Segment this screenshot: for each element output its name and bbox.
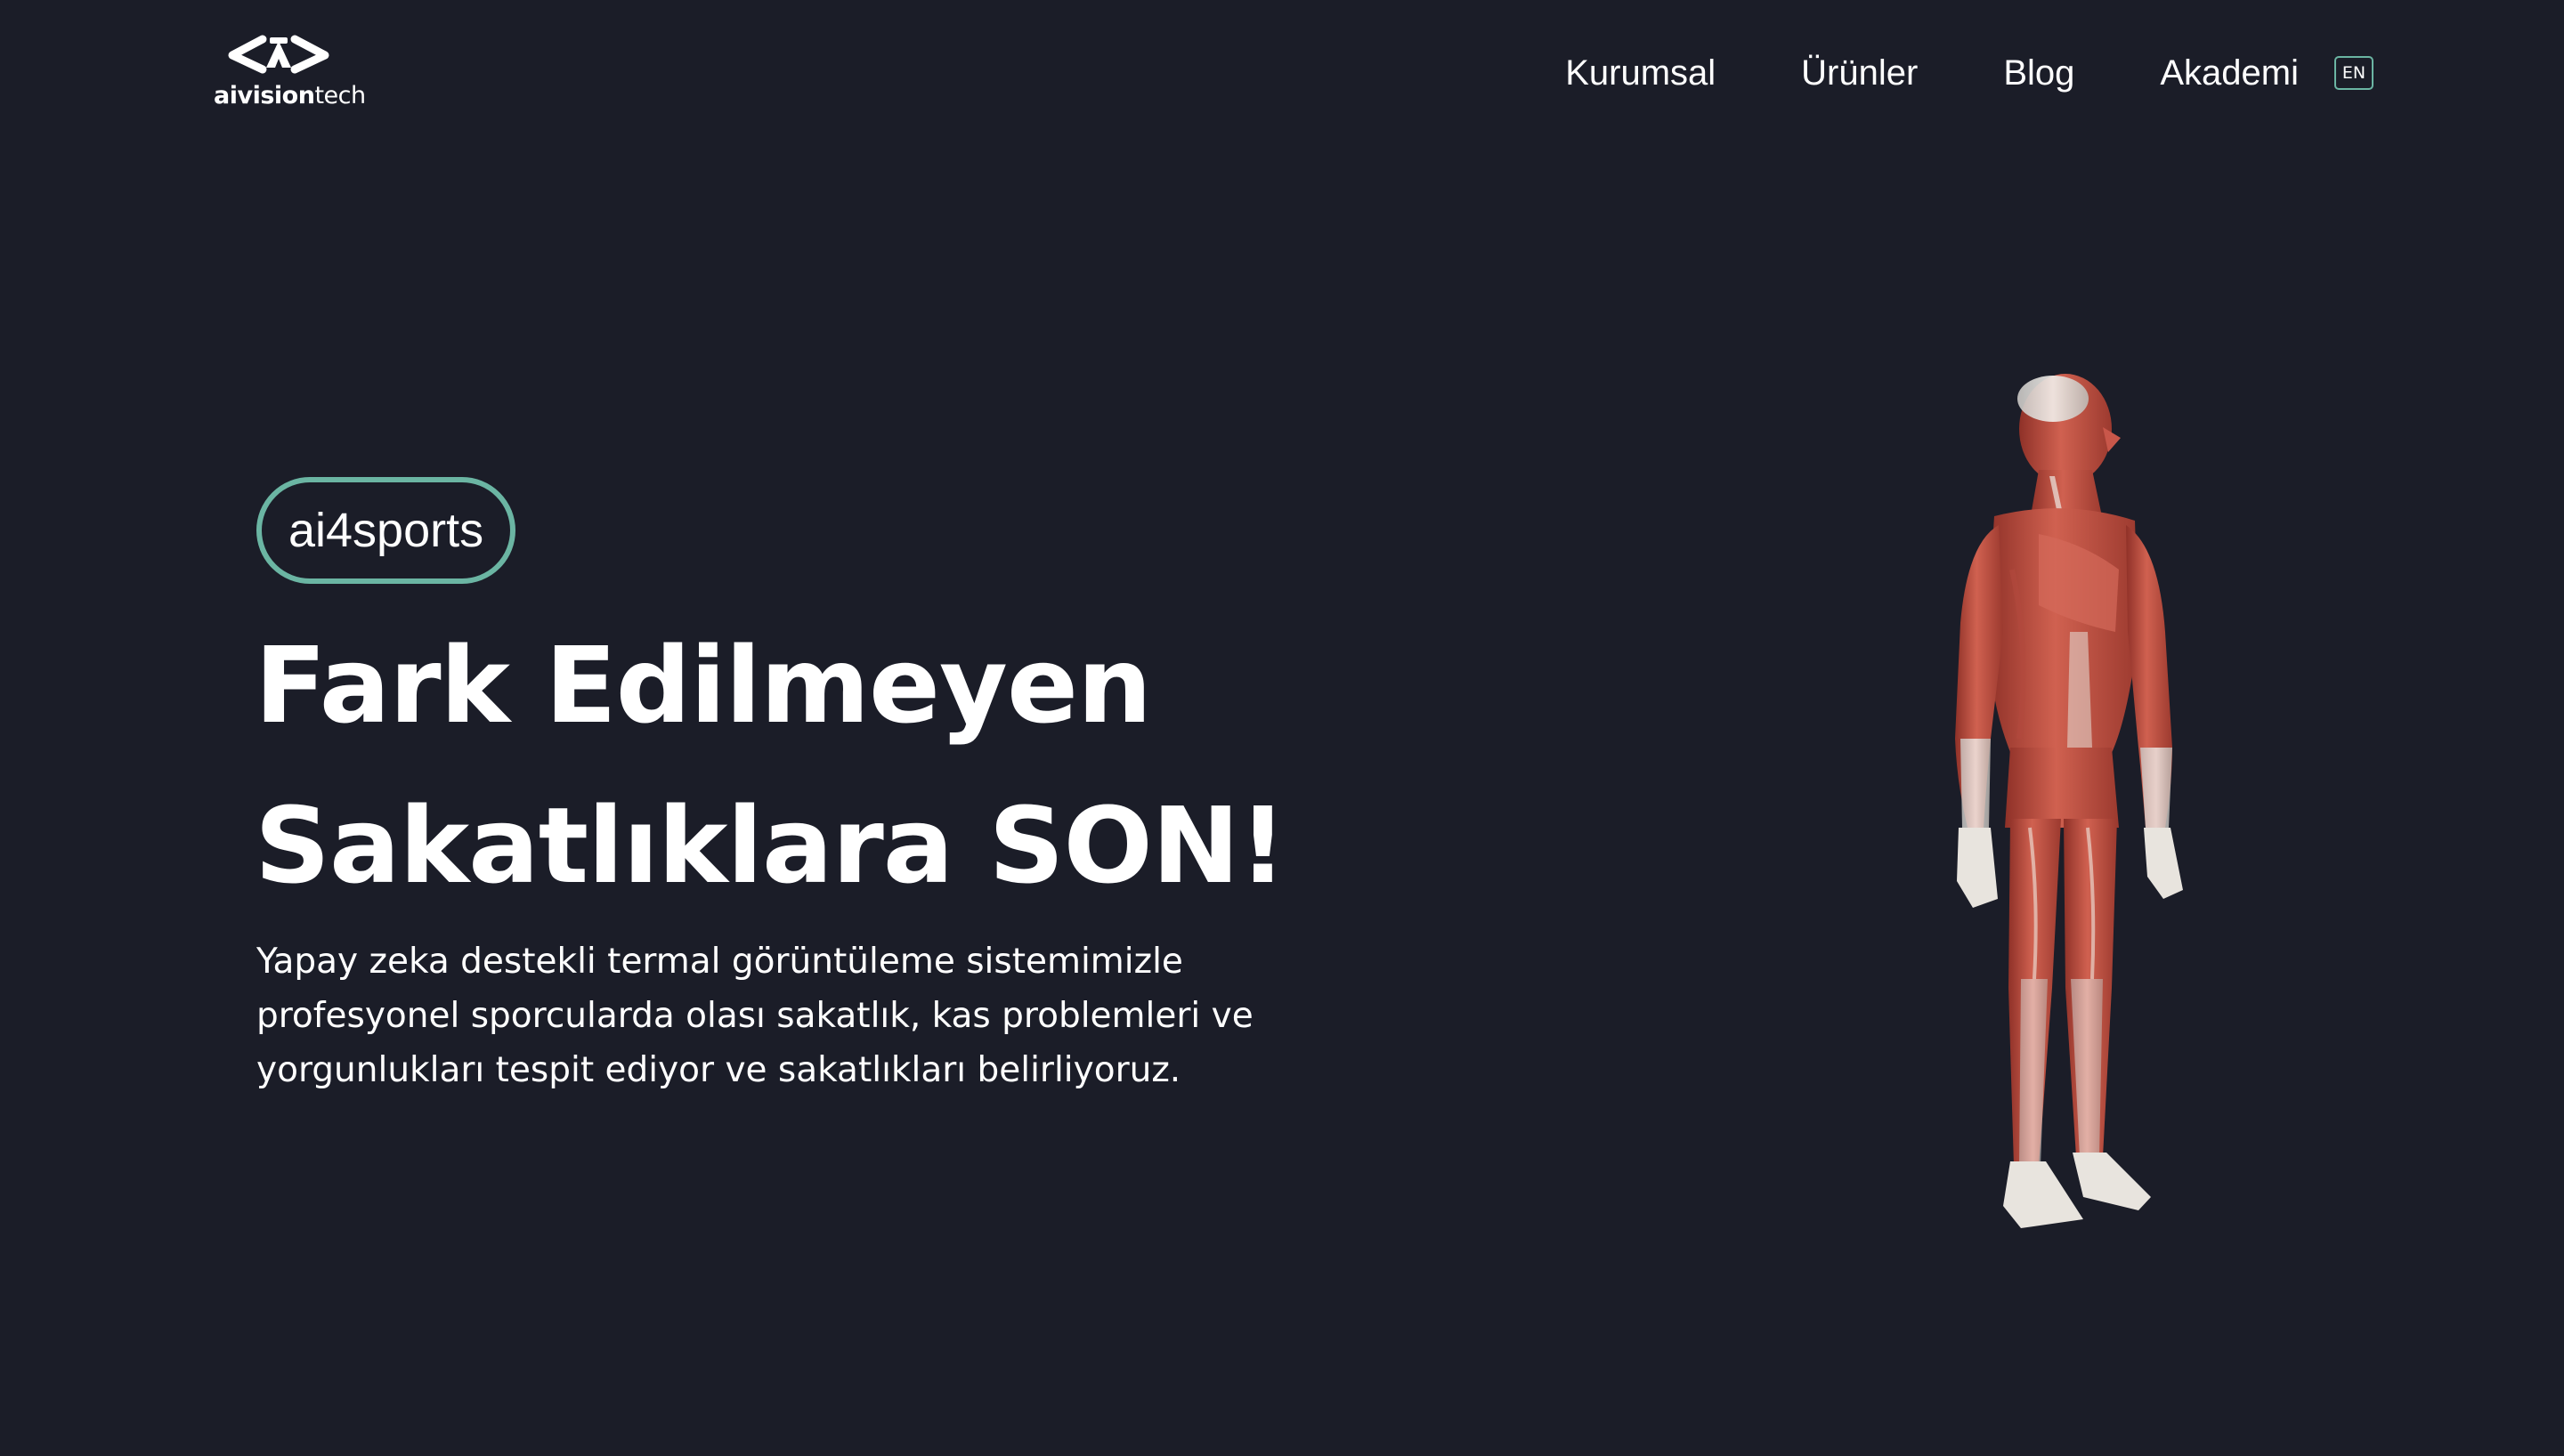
main-nav: Kurumsal Ürünler Blog Akademi EN — [1565, 48, 2373, 98]
hero-title-line-2: Sakatlıklara SON! — [255, 784, 1286, 907]
site-header: aivisiontech Kurumsal Ürünler Blog Akade… — [0, 0, 2564, 142]
nav-item-urunler[interactable]: Ürünler — [1801, 53, 1918, 93]
nav-item-blog[interactable]: Blog — [2003, 53, 2074, 93]
logo-wordmark: aivisiontech — [214, 82, 366, 109]
logo-mark-icon — [228, 35, 329, 74]
product-tag-badge: ai4sports — [256, 477, 516, 584]
nav-item-kurumsal[interactable]: Kurumsal — [1565, 53, 1716, 93]
hero-description-line: Yapay zeka destekli termal görüntüleme s… — [256, 942, 1183, 982]
aivisiontech-logo[interactable]: aivisiontech — [214, 32, 366, 112]
hero-description-line: yorgunlukları tespit ediyor ve sakatlıkl… — [256, 1050, 1181, 1090]
nav-item-akademi[interactable]: Akademi — [2160, 53, 2299, 93]
hero-description: Yapay zeka destekli termal görüntüleme s… — [256, 934, 1325, 1097]
hero-title-line-1: Fark Edilmeyen — [255, 624, 1152, 747]
human-anatomy-figure — [1955, 374, 2183, 1228]
language-switch-button[interactable]: EN — [2334, 56, 2373, 90]
hero-title: Fark Edilmeyen Sakatlıklara SON! — [255, 605, 1286, 926]
hero-description-line: profesyonel sporcularda olası sakatlık, … — [256, 996, 1254, 1036]
